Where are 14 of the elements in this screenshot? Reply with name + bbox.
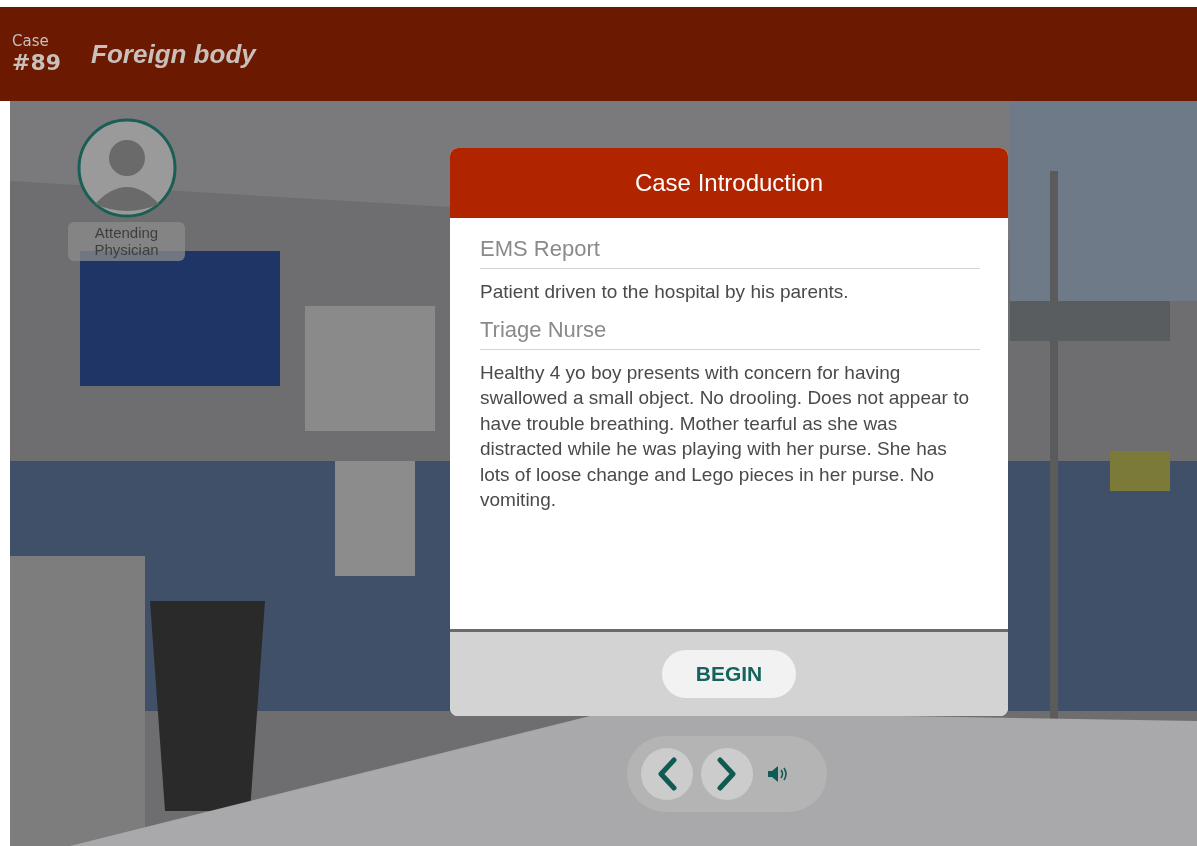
avatar-icon[interactable] bbox=[76, 118, 177, 218]
begin-button[interactable]: BEGIN bbox=[662, 650, 796, 698]
case-number: #89 bbox=[12, 52, 62, 74]
section-heading: EMS Report bbox=[480, 236, 980, 269]
speaker-icon bbox=[767, 765, 789, 783]
section-text: Healthy 4 yo boy presents with concern for having swallowed a small object. No drooling. Does not appear to have trouble breathing. Mother tearful as she was distracted while he was playing with her purse. She has lots of loose change and Lego pieces in her purse. No vomiting. bbox=[480, 360, 970, 512]
section-heading: Triage Nurse bbox=[480, 316, 980, 350]
chevron-right-icon bbox=[716, 757, 738, 791]
chevron-left-icon bbox=[656, 757, 678, 791]
section-text: Patient driven to the hospital by his parents. bbox=[480, 280, 850, 304]
case-label: Case bbox=[12, 34, 50, 49]
case-title: Foreign body bbox=[91, 38, 256, 70]
role-label: Attending Physician bbox=[68, 222, 185, 261]
dialog-title: Case Introduction bbox=[450, 148, 1008, 218]
